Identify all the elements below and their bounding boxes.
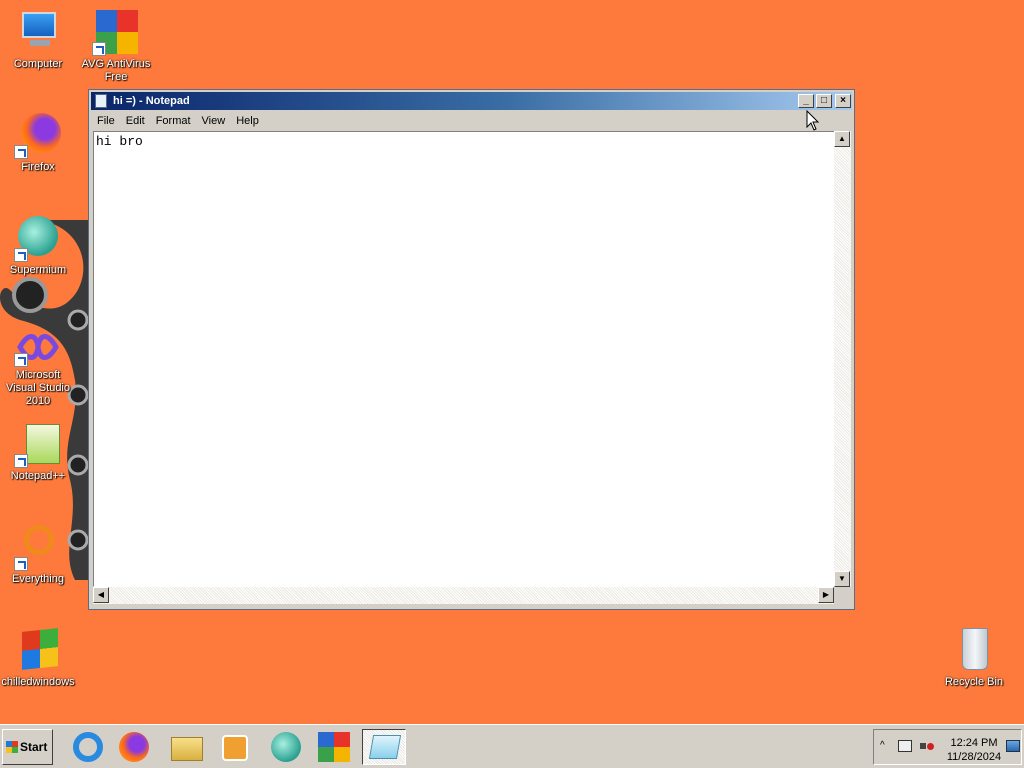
media-player-icon: [222, 735, 248, 761]
desktop-icon-label: Recycle Bin: [944, 676, 1004, 688]
system-tray: ^ 12:24 PM 11/28/2024: [873, 729, 1022, 765]
shortcut-arrow-icon: [14, 145, 28, 159]
supermium-icon: [271, 732, 301, 762]
taskbar-supermium[interactable]: [264, 729, 308, 765]
taskbar-internet-explorer[interactable]: [66, 729, 110, 765]
desktop-icon-label: chilledwindows: [1, 676, 75, 688]
firefox-icon: [14, 111, 62, 159]
menu-help[interactable]: Help: [230, 112, 264, 127]
desktop-icon-firefox[interactable]: Firefox: [0, 111, 76, 174]
avg-icon: [92, 8, 140, 56]
vertical-scrollbar[interactable]: ▲ ▼: [834, 131, 851, 587]
close-button[interactable]: ×: [835, 94, 851, 108]
text-editor[interactable]: hi bro: [93, 131, 835, 587]
file-explorer-icon: [171, 737, 203, 761]
show-hidden-icons-icon[interactable]: ^: [880, 740, 885, 751]
notepadpp-icon: [14, 420, 62, 468]
shortcut-arrow-icon: [92, 42, 106, 56]
shortcut-arrow-icon: [14, 353, 28, 367]
show-desktop-icon[interactable]: [1006, 740, 1020, 752]
mouse-cursor-icon: [806, 110, 820, 131]
desktop-icon-label: Microsoft Visual Studio 2010: [5, 369, 70, 407]
firefox-icon: [119, 732, 149, 762]
menu-format[interactable]: Format: [150, 112, 196, 127]
title-bar[interactable]: hi =) - Notepad _ □ ×: [91, 92, 852, 110]
internet-explorer-icon: [73, 732, 103, 762]
desktop-icon-label: AVG AntiVirus Free: [81, 58, 151, 83]
desktop-icon-label: Firefox: [21, 161, 55, 173]
supermium-icon: [14, 214, 62, 262]
scroll-down-button[interactable]: ▼: [834, 571, 850, 587]
desktop-icon-visual-studio[interactable]: Microsoft Visual Studio 2010: [0, 327, 76, 408]
minimize-button[interactable]: _: [798, 94, 814, 108]
maximize-button[interactable]: □: [816, 94, 832, 108]
clock-date: 11/28/2024: [946, 751, 1002, 763]
window-title: hi =) - Notepad: [113, 95, 190, 107]
visual-studio-icon: [14, 327, 62, 367]
resize-grip-icon[interactable]: [834, 587, 851, 604]
scroll-left-button[interactable]: ◀: [93, 587, 109, 603]
desktop-icon-label: Computer: [13, 58, 63, 70]
scroll-right-button[interactable]: ▶: [818, 587, 834, 603]
desktop-icon-everything[interactable]: Everything: [0, 523, 76, 586]
notepad-window[interactable]: hi =) - Notepad _ □ × File Edit Format View…: [88, 89, 855, 610]
desktop-icon-computer[interactable]: Computer: [0, 8, 76, 71]
menu-file[interactable]: File: [91, 112, 120, 127]
desktop-icon-label: Supermium: [9, 264, 67, 276]
taskbar-avg[interactable]: [312, 729, 356, 765]
network-icon[interactable]: [898, 740, 912, 752]
start-label: Start: [20, 740, 48, 754]
taskbar-file-explorer[interactable]: [164, 729, 208, 765]
taskbar-firefox[interactable]: [112, 729, 156, 765]
everything-icon: [14, 523, 62, 571]
notepad-icon: [95, 94, 107, 108]
taskbar-notepad[interactable]: [362, 729, 406, 765]
desktop-icon-recycle-bin[interactable]: Recycle Bin: [936, 626, 1012, 689]
scroll-up-button[interactable]: ▲: [834, 131, 850, 147]
menu-view[interactable]: View: [196, 112, 231, 127]
shortcut-arrow-icon: [14, 557, 28, 571]
menu-edit[interactable]: Edit: [120, 112, 150, 127]
notepad-icon: [368, 735, 402, 759]
desktop-icon-notepadpp[interactable]: Notepad++: [0, 420, 76, 483]
recycle-bin-icon: [950, 626, 998, 674]
start-button[interactable]: Start: [2, 729, 53, 765]
clock[interactable]: 12:24 PM 11/28/2024: [942, 736, 1006, 764]
desktop-icon-label: Notepad++: [10, 470, 66, 482]
menu-bar: File Edit Format View Help: [91, 112, 852, 130]
desktop-icon-avg[interactable]: AVG AntiVirus Free: [78, 8, 154, 84]
shortcut-arrow-icon: [14, 454, 28, 468]
taskbar-media-player[interactable]: [212, 729, 256, 765]
desktop-icon-chilledwindows[interactable]: chilledwindows: [0, 626, 76, 689]
taskbar: Start ^ 12:24 PM 11/28/2024: [0, 724, 1024, 768]
horizontal-scrollbar[interactable]: ◀ ▶: [93, 587, 834, 604]
volume-muted-icon[interactable]: [920, 740, 934, 752]
clock-time: 12:24 PM: [950, 737, 998, 749]
windows-flag-icon: [14, 626, 62, 674]
shortcut-arrow-icon: [14, 248, 28, 262]
editor-content: hi bro: [96, 134, 143, 149]
windows-flag-icon: [6, 741, 18, 753]
avg-icon: [318, 732, 350, 762]
desktop-icon-label: Everything: [12, 573, 64, 585]
desktop-icon-supermium[interactable]: Supermium: [0, 214, 76, 277]
computer-icon: [14, 8, 62, 56]
